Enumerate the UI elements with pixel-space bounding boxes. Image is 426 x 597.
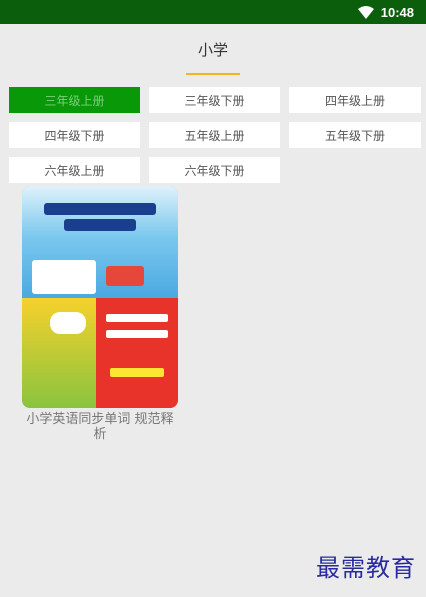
book-card[interactable]: 小学英语同步单词 规范释析 (22, 186, 178, 442)
tab-label: 小学 (197, 40, 228, 59)
status-time: 10:48 (380, 4, 414, 20)
grade-button-grade6-vol2[interactable]: 六年级下册 (149, 157, 280, 183)
tab-header: 小学 (0, 24, 426, 76)
grade-button-grade4-vol1[interactable]: 四年级上册 (289, 87, 421, 113)
cover-english-logo (50, 312, 86, 334)
tab-primary-school[interactable]: 小学 (183, 24, 243, 76)
grade-button-grade5-vol2[interactable]: 五年级下册 (289, 122, 421, 148)
cover-flashcards-art (32, 260, 96, 294)
wifi-icon (357, 5, 374, 19)
grade-button-grade3-vol1[interactable]: 三年级上册 (9, 87, 140, 113)
grade-button-grade5-vol1[interactable]: 五年级上册 (149, 122, 280, 148)
tab-indicator (186, 73, 240, 75)
watermark: 最需教育 (316, 554, 416, 582)
book-title: 小学英语同步单词 规范释析 (26, 412, 174, 442)
book-cover-image[interactable] (22, 186, 178, 408)
cover-badge-art (106, 266, 144, 286)
status-bar: 10:48 (0, 0, 426, 24)
grade-grid: 三年级上册 三年级下册 四年级上册 四年级下册 五年级上册 五年级下册 六年级上… (9, 87, 421, 183)
grade-button-grade6-vol1[interactable]: 六年级上册 (9, 157, 140, 183)
grade-button-grade4-vol2[interactable]: 四年级下册 (9, 122, 140, 148)
cover-edition-panel (96, 298, 178, 408)
grade-button-grade3-vol2[interactable]: 三年级下册 (149, 87, 280, 113)
cover-title-art (22, 199, 178, 235)
